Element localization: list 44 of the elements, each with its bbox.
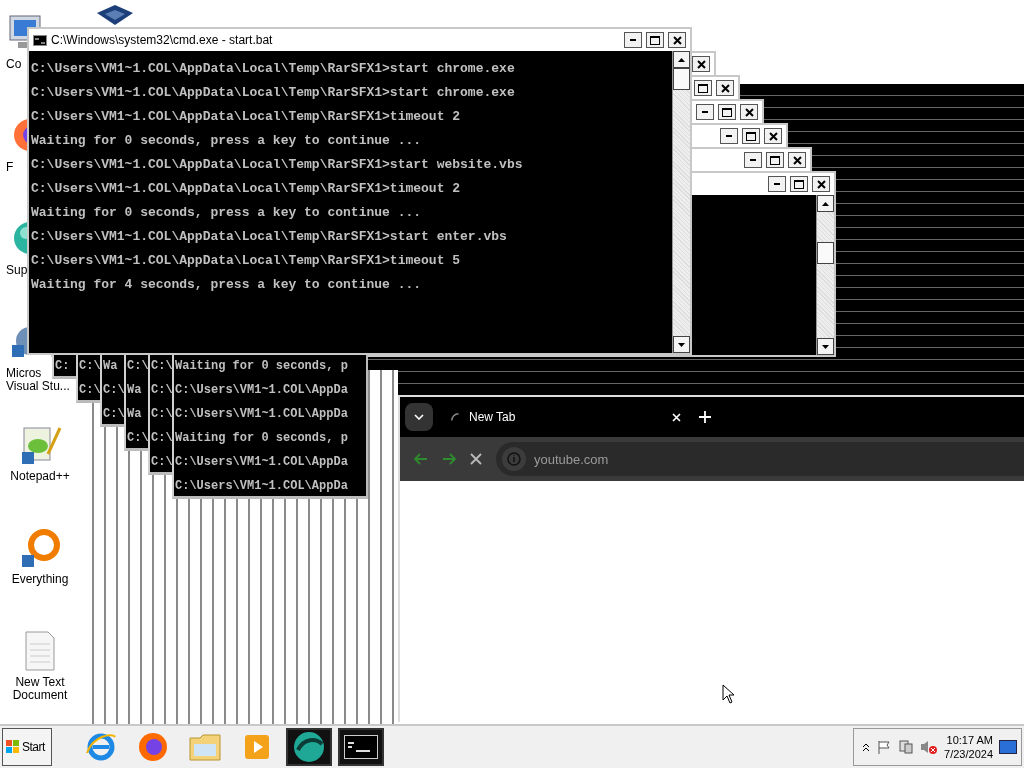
console-line: Waiting for 4 seconds, press a key to continue ... <box>31 276 423 294</box>
console-line: C:\ <box>151 406 173 423</box>
console-line: C:\ <box>151 430 173 447</box>
icon-label[interactable]: Document <box>12 689 68 702</box>
console-line: C:\ <box>127 358 149 375</box>
console-line: C:\ <box>151 382 173 399</box>
console-line: Waiting for 0 seconds, p <box>175 358 348 375</box>
window-title: C:\Windows\system32\cmd.exe - start.bat <box>51 33 274 47</box>
console-line: C:\Users\VM1~1.COL\AppData\Local\Temp\RarSFX1>timeout 2 <box>31 108 462 126</box>
console-line: C: <box>55 358 70 375</box>
console-line: C:\ <box>127 430 149 447</box>
console-line: Wa <box>127 406 142 423</box>
icon-label[interactable]: F <box>6 161 14 174</box>
console-line: C:\Users\VM1~1.COL\AppData\Local\Temp\RarSFX1>start chrome.exe <box>31 84 516 102</box>
console-line: C:\Users\VM1~1.COL\AppDa <box>175 478 348 495</box>
console-line: C:\Users\VM1~1.COL\AppData\Local\Temp\RarSFX1>timeout 2 <box>31 180 462 198</box>
console-line: C:\Users\VM1~1.COL\AppData\Local\Temp\RarSFX1>timeout 5 <box>31 252 462 270</box>
icon-label[interactable]: New Text <box>15 676 65 689</box>
console-line: C:\Users\VM1~1.COL\AppDa <box>175 454 348 471</box>
icon-label[interactable]: Sup <box>6 264 28 277</box>
start-button[interactable]: Start <box>2 728 52 766</box>
console-line: Waiting for 0 seconds, p <box>175 430 348 447</box>
console-line: C:\Users\VM1~1.COL\AppData\Local\Temp\RarSFX1>start enter.vbs <box>31 228 508 246</box>
console-line: C:\ <box>151 358 173 375</box>
console-line: C:\Users\VM1~1.COL\AppDa <box>175 382 348 399</box>
console-line: Waiting for 0 seconds, press a key to continue ... <box>31 132 423 150</box>
icon-label[interactable]: Everything <box>11 573 69 586</box>
clock[interactable]: 10:17 AM 7/23/2024 <box>944 733 993 761</box>
console-line: Wa <box>103 358 118 375</box>
icon-label[interactable]: Notepad++ <box>10 470 70 483</box>
console-line: C:\ <box>151 454 173 471</box>
icon-label[interactable]: Visual Stu... <box>6 380 70 393</box>
console-line: Waiting for 0 seconds, press a key to continue ... <box>31 204 423 222</box>
console-line: C:\ <box>103 406 125 423</box>
console-line: C:\Users\VM1~1.COL\AppData\Local\Temp\RarSFX1>start website.vbs <box>31 156 524 174</box>
address-bar[interactable]: youtube.com <box>496 442 1024 476</box>
icon-label[interactable]: Co <box>6 58 22 71</box>
console-line: C:\ <box>79 382 101 399</box>
console-line: Wa <box>127 382 142 399</box>
console-line: C:\ <box>103 382 125 399</box>
console-line: C:\Users\VM1~1.COL\AppData\Local\Temp\RarSFX1>start chrome.exe <box>31 60 516 78</box>
console-line: C:\ <box>79 358 101 375</box>
icon-label[interactable]: Micros <box>6 367 42 380</box>
console-line: C:\Users\VM1~1.COL\AppDa <box>175 406 348 423</box>
